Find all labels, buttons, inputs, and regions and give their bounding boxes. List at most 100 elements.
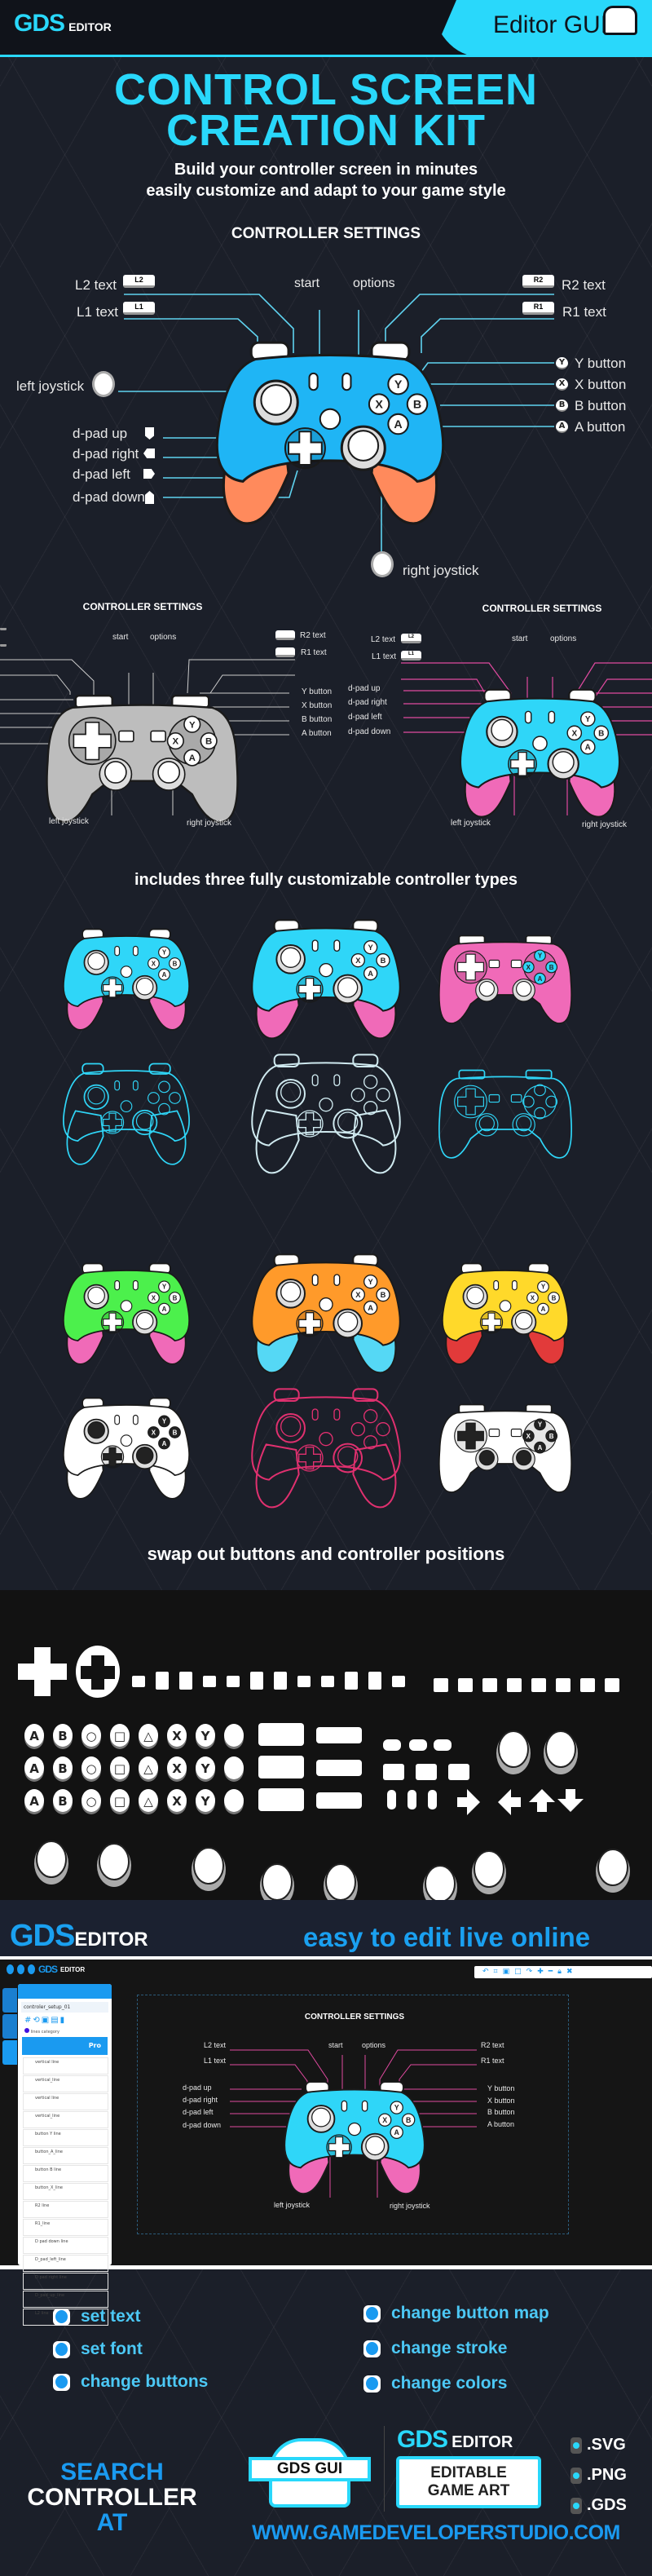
canvas-dpad-down-label[interactable]: d-pad down: [183, 2121, 221, 2129]
joystick-cap: [491, 718, 513, 741]
face-button-label: A: [368, 970, 373, 978]
panel-tool-icons[interactable]: #⟲▣▤▮: [24, 2016, 105, 2025]
arrow-asset: [498, 1789, 521, 1815]
hero-subtitle-line1: Build your controller screen in minutes: [174, 161, 478, 179]
layer-item[interactable]: button Y line: [23, 2129, 108, 2146]
settings-icon[interactable]: [28, 1964, 35, 1974]
face-button-label: Y: [585, 715, 591, 724]
user-icon[interactable]: [17, 1964, 24, 1974]
tab-shapes[interactable]: [2, 1988, 17, 2013]
joystick-cap: [260, 384, 293, 416]
face-button-label: X: [375, 399, 383, 412]
layer-item[interactable]: R1_line: [23, 2219, 108, 2236]
layer-list: vertical line vertical_line vertical line v…: [18, 2057, 112, 2326]
dpad-arrow-asset: [297, 1676, 311, 1687]
canvas-left-joystick-label[interactable]: left joystick: [274, 2201, 310, 2209]
layer-item[interactable]: vertical line: [23, 2057, 108, 2074]
r2-text-label: R2 text: [300, 631, 326, 640]
canvas-x-label[interactable]: X button: [487, 2097, 515, 2105]
canvas-dpad-left-label[interactable]: d-pad left: [183, 2108, 214, 2116]
layer-item[interactable]: vertical_line: [23, 2075, 108, 2092]
canvas-start-label[interactable]: start: [328, 2041, 343, 2049]
y-button-icon: Y: [556, 357, 568, 369]
canvas-title: CONTROLLER SETTINGS: [304, 2013, 405, 2021]
canvas-r1-label[interactable]: R1 text: [481, 2057, 504, 2065]
image-icon[interactable]: ▣: [503, 1968, 510, 1977]
help-icon[interactable]: [7, 1964, 14, 1974]
layer-item[interactable]: vertical line: [23, 2093, 108, 2110]
main-controller-illustration: YX BA: [215, 341, 445, 525]
crop-icon[interactable]: ⌗: [494, 1968, 498, 1977]
lock-icon[interactable]: 🔒︎: [557, 1968, 562, 1977]
zoom-in-icon[interactable]: ✚: [537, 1968, 544, 1977]
layer-name: button B line: [35, 2167, 62, 2172]
face-button-label: X: [382, 2116, 387, 2124]
shoulder-button-asset: [316, 1792, 362, 1809]
r2-text-label: R2 text: [562, 277, 606, 293]
face-button-glyph: A: [29, 1761, 39, 1776]
face-button-label: B: [381, 1291, 386, 1299]
layer-item[interactable]: button_X_line: [23, 2183, 108, 2200]
home-button: [120, 1434, 133, 1447]
joystick-cap: [87, 1286, 105, 1305]
shoulder-button-asset: [316, 1727, 362, 1743]
file-name-field[interactable]: controler_setup_01: [21, 2002, 108, 2013]
frame-icon[interactable]: □: [514, 1968, 522, 1977]
face-button-label: X: [526, 1433, 531, 1440]
canvas-controller[interactable]: YX BA: [277, 2078, 432, 2196]
face-button-glyph: □: [114, 1761, 126, 1776]
canvas-dpad-right-label[interactable]: d-pad right: [183, 2096, 218, 2104]
gds-gui-ribbon: GDS GUI: [249, 2457, 371, 2481]
layer-item[interactable]: vertical_line: [23, 2111, 108, 2128]
zoom-out-icon[interactable]: ━: [548, 1968, 553, 1977]
dpad-key-asset: [556, 1678, 570, 1692]
face-button: [363, 1075, 378, 1089]
canvas-y-label[interactable]: Y button: [487, 2084, 514, 2092]
controller-variant-xbox-line: [251, 1388, 401, 1509]
undo-icon[interactable]: ↶: [482, 1968, 489, 1977]
start-button: [493, 1279, 500, 1291]
tab-objects[interactable]: [2, 2014, 17, 2039]
layer-name: R2 line: [35, 2203, 50, 2208]
controller-variant-ps-line: [438, 1069, 572, 1159]
canvas-r2-label[interactable]: R2 text: [481, 2041, 504, 2049]
home-button: [347, 2122, 362, 2136]
options-button: [333, 1074, 341, 1087]
layer-item[interactable]: R2 line: [23, 2201, 108, 2218]
face-button-glyph: X: [172, 1729, 182, 1743]
joystick-cap: [365, 2136, 385, 2156]
face-button-label: A: [538, 975, 543, 983]
bullet-icon: [363, 2304, 381, 2322]
pro-tab[interactable]: Pro: [22, 2037, 108, 2055]
footer-url[interactable]: WWW.GAMEDEVELOPERSTUDIO.COM: [228, 2521, 644, 2545]
dpad-key-asset: [507, 1678, 522, 1692]
arrow-asset: [457, 1789, 480, 1815]
swap-heading: swap out buttons and controller position…: [147, 1544, 505, 1564]
start-button: [524, 710, 532, 724]
layer-item[interactable]: button_A_line: [23, 2147, 108, 2164]
joystick-cap: [516, 1449, 532, 1466]
dpad-key-asset: [580, 1678, 595, 1692]
face-well: [523, 1085, 557, 1119]
layer-item[interactable]: button B line: [23, 2165, 108, 2182]
layer-item[interactable]: D pad right line: [23, 2273, 108, 2290]
feature-item: change stroke: [363, 2339, 507, 2358]
right-joystick-label: right joystick: [582, 820, 628, 829]
layer-name: vertical_line: [35, 2078, 60, 2083]
face-button-asset: [224, 1756, 244, 1779]
layer-item[interactable]: D_pad_left_line: [23, 2255, 108, 2272]
canvas-a-label[interactable]: A button: [487, 2120, 514, 2128]
canvas-options-label[interactable]: options: [362, 2041, 385, 2049]
joystick-asset: [36, 1840, 67, 1878]
canvas-l2-label[interactable]: L2 text: [204, 2041, 226, 2049]
canvas-l1-label[interactable]: L1 text: [204, 2057, 226, 2065]
home-button: [319, 408, 341, 431]
layer-item[interactable]: D pad down line: [23, 2237, 108, 2254]
tab-layers[interactable]: [2, 2040, 17, 2065]
redo-icon[interactable]: ↷: [526, 1968, 533, 1977]
canvas-dpad-up-label[interactable]: d-pad up: [183, 2083, 212, 2092]
canvas-b-label[interactable]: B button: [487, 2108, 515, 2116]
canvas-right-joystick-label[interactable]: right joystick: [390, 2202, 430, 2210]
face-button-label: X: [531, 1294, 535, 1301]
close-icon[interactable]: ✖: [566, 1968, 573, 1977]
